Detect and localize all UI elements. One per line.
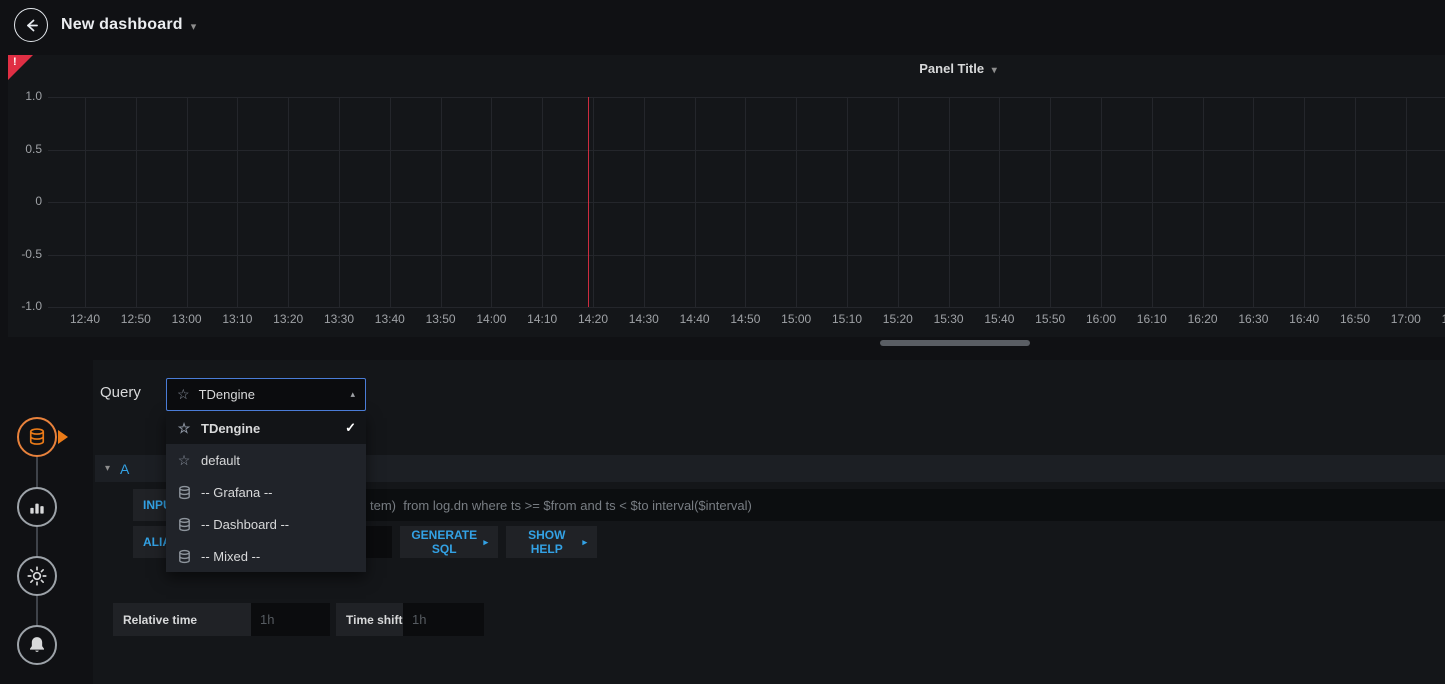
datasource-option-mixed[interactable]: -- Mixed -- <box>166 540 366 572</box>
y-axis-tick-label: -1.0 <box>8 299 42 313</box>
datasource-option-tdengine[interactable]: ☆ TDengine ✓ <box>166 412 366 444</box>
y-axis-tick-label: 0.5 <box>8 142 42 156</box>
relative-time-input[interactable]: 1h <box>251 603 330 636</box>
query-editor: Query ☆ TDengine ▴ ☆ TDengine ✓ ☆ default -- … <box>93 360 1445 684</box>
gear-icon <box>27 566 47 586</box>
generate-sql-button[interactable]: GENERATE SQL ▸ <box>400 526 498 558</box>
bell-icon <box>27 635 47 655</box>
horizontal-scrollbar-thumb[interactable] <box>880 340 1030 346</box>
x-axis-tick-label: 15:00 <box>774 312 818 326</box>
relative-time-label: Relative time <box>113 603 251 636</box>
y-axis-tick-label: -0.5 <box>8 247 42 261</box>
x-axis-tick-label: 17:00 <box>1384 312 1428 326</box>
x-axis-tick-label: 16:40 <box>1282 312 1326 326</box>
chart-icon <box>27 497 47 517</box>
collapse-chevron-icon: ▾ <box>105 463 110 474</box>
back-button[interactable] <box>14 8 48 42</box>
x-axis-tick-label: 14:20 <box>571 312 615 326</box>
option-label: -- Grafana -- <box>201 485 356 500</box>
x-axis-tick-label: 15:20 <box>876 312 920 326</box>
time-shift-input[interactable]: 1h <box>403 603 484 636</box>
x-axis-tick-label: 12:50 <box>114 312 158 326</box>
database-icon <box>27 427 47 447</box>
tab-alert[interactable] <box>17 625 57 665</box>
relative-time-value: 1h <box>260 612 274 627</box>
gridline-horizontal <box>48 202 1445 203</box>
annotation-vline <box>588 97 589 307</box>
x-axis-tick-label: 14:30 <box>622 312 666 326</box>
graph-panel: ! Panel Title ▾ 12:40 12:50 13:00 13:10 13:2… <box>8 55 1445 337</box>
datasource-dropdown-menu: ☆ TDengine ✓ ☆ default -- Grafana -- -- Dashbo… <box>166 412 366 572</box>
gridline-horizontal <box>48 97 1445 98</box>
gridline-horizontal <box>48 307 1445 308</box>
time-shift-value: 1h <box>412 612 426 627</box>
button-label: SHOW HELP <box>516 528 577 556</box>
gridline-horizontal <box>48 150 1445 151</box>
x-axis-tick-label: 15:50 <box>1028 312 1072 326</box>
panel-error-corner-icon[interactable] <box>8 55 33 80</box>
time-shift-label: Time shift <box>336 603 403 636</box>
x-axis-tick-label: 16:00 <box>1079 312 1123 326</box>
button-label: GENERATE SQL <box>410 528 478 556</box>
database-icon <box>176 485 192 500</box>
chevron-down-icon: ▾ <box>191 18 197 33</box>
caret-right-icon: ▸ <box>483 536 488 548</box>
x-axis-tick-label: 13:10 <box>215 312 259 326</box>
chevron-up-icon: ▴ <box>350 389 355 400</box>
datasource-selected-value: TDengine <box>199 387 342 402</box>
x-axis-tick-label: 14:40 <box>673 312 717 326</box>
datasource-select[interactable]: ☆ TDengine ▴ <box>166 378 366 411</box>
x-axis-tick-label: 16:50 <box>1333 312 1377 326</box>
show-help-button[interactable]: SHOW HELP ▸ <box>506 526 597 558</box>
x-axis-tick-label: 12:40 <box>63 312 107 326</box>
y-axis-tick-label: 1.0 <box>8 89 42 103</box>
database-icon <box>176 517 192 532</box>
option-label: -- Mixed -- <box>201 549 356 564</box>
x-axis-tick-label: 15:10 <box>825 312 869 326</box>
active-tab-arrow-icon <box>58 430 68 444</box>
plugin-star-icon: ☆ <box>177 386 190 403</box>
top-nav-bar: New dashboard ▾ <box>0 0 1445 50</box>
plugin-star-icon: ☆ <box>176 420 192 437</box>
plugin-star-icon: ☆ <box>176 452 192 469</box>
x-axis-tick-label: 17:10 <box>1435 312 1445 326</box>
caret-right-icon: ▸ <box>582 536 587 548</box>
x-axis-tick-label: 14:50 <box>723 312 767 326</box>
check-icon: ✓ <box>345 420 356 436</box>
panel-title: Panel Title <box>919 61 984 76</box>
option-label: TDengine <box>201 421 336 436</box>
datasource-option-grafana[interactable]: -- Grafana -- <box>166 476 366 508</box>
tab-general[interactable] <box>17 556 57 596</box>
error-exclamation-icon: ! <box>13 56 17 68</box>
x-axis-tick-label: 16:20 <box>1181 312 1225 326</box>
x-axis-tick-label: 14:10 <box>520 312 564 326</box>
arrow-left-icon <box>23 17 40 34</box>
dashboard-title[interactable]: New dashboard ▾ <box>61 16 196 34</box>
x-axis-tick-label: 16:10 <box>1130 312 1174 326</box>
x-axis-tick-label: 15:40 <box>977 312 1021 326</box>
chevron-down-icon: ▾ <box>992 65 997 76</box>
x-axis-tick-label: 13:50 <box>419 312 463 326</box>
sql-input[interactable]: tem) from log.dn where ts >= $from and t… <box>233 489 1445 521</box>
datasource-option-default[interactable]: ☆ default <box>166 444 366 476</box>
x-axis-tick-label: 13:00 <box>165 312 209 326</box>
x-axis-tick-label: 15:30 <box>927 312 971 326</box>
tab-visualization[interactable] <box>17 487 57 527</box>
x-axis-tick-label: 14:00 <box>469 312 513 326</box>
dashboard-title-text: New dashboard <box>61 16 183 34</box>
x-axis-tick-label: 13:20 <box>266 312 310 326</box>
x-axis-tick-label: 13:30 <box>317 312 361 326</box>
query-ref-id: A <box>120 461 129 477</box>
x-axis-tick-label: 13:40 <box>368 312 412 326</box>
tab-queries[interactable] <box>17 417 57 457</box>
gridline-horizontal <box>48 255 1445 256</box>
x-axis-tick-label: 16:30 <box>1231 312 1275 326</box>
panel-title-menu[interactable]: Panel Title ▾ <box>838 61 1078 76</box>
database-icon <box>176 549 192 564</box>
query-section-label: Query <box>100 384 141 401</box>
y-axis-tick-label: 0 <box>8 194 42 208</box>
option-label: -- Dashboard -- <box>201 517 356 532</box>
datasource-option-dashboard[interactable]: -- Dashboard -- <box>166 508 366 540</box>
option-label: default <box>201 453 356 468</box>
